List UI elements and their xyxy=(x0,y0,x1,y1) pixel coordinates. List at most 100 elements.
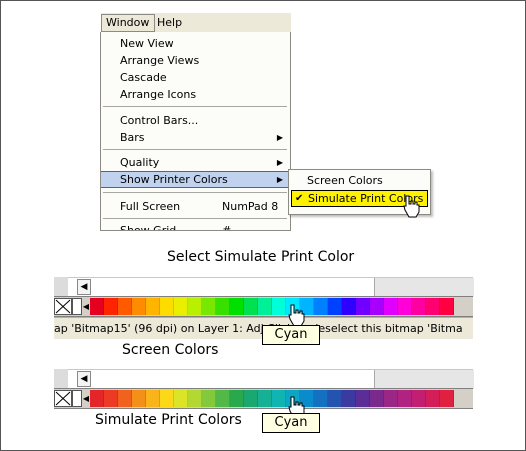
palette-scroll-left-icon[interactable]: ◀ xyxy=(82,298,90,315)
submenu-arrow-icon: ▶ xyxy=(276,175,283,184)
color-swatch[interactable] xyxy=(104,298,118,315)
color-swatch[interactable] xyxy=(440,298,454,315)
color-swatch[interactable] xyxy=(146,298,160,315)
color-swatch[interactable] xyxy=(272,298,286,315)
color-swatch[interactable] xyxy=(90,390,104,407)
scrollbar-thumb[interactable] xyxy=(374,370,474,389)
color-swatch[interactable] xyxy=(188,390,202,407)
no-fill-swatch[interactable] xyxy=(54,298,72,315)
color-swatch[interactable] xyxy=(216,390,230,407)
color-swatch[interactable] xyxy=(314,298,328,315)
menu-item-quality[interactable]: Quality ▶ xyxy=(101,154,290,171)
horizontal-scrollbar[interactable]: ◀ xyxy=(68,277,474,297)
menu-item-arrange-icons[interactable]: Arrange Icons xyxy=(101,86,290,103)
menu-item-bars[interactable]: Bars ▶ xyxy=(101,129,290,146)
color-swatch[interactable] xyxy=(132,298,146,315)
color-swatch[interactable] xyxy=(160,390,174,407)
color-swatch[interactable] xyxy=(328,390,342,407)
scrollbar-thumb[interactable] xyxy=(374,278,474,297)
color-swatch[interactable] xyxy=(188,298,202,315)
color-swatch[interactable] xyxy=(146,390,160,407)
menu-item-accelerator: # xyxy=(222,224,232,231)
color-swatch[interactable] xyxy=(412,298,426,315)
color-swatch[interactable] xyxy=(216,298,230,315)
color-swatch[interactable] xyxy=(230,390,244,407)
color-swatch[interactable] xyxy=(202,390,216,407)
color-swatch[interactable] xyxy=(132,390,146,407)
submenu-item-label: Screen Colors xyxy=(307,174,383,187)
color-swatch[interactable] xyxy=(258,298,272,315)
no-fill-swatch-small[interactable] xyxy=(72,298,82,315)
color-swatch[interactable] xyxy=(118,298,132,315)
color-swatch[interactable] xyxy=(160,298,174,315)
menu-item-label: Bars xyxy=(120,131,145,144)
menu-item-show-grid[interactable]: Show Grid # xyxy=(101,222,290,231)
submenu-arrow-icon: ▶ xyxy=(276,158,283,167)
scroll-gray-left xyxy=(54,277,68,296)
swatch-row xyxy=(90,298,454,315)
color-swatch[interactable] xyxy=(230,298,244,315)
color-swatch[interactable] xyxy=(384,390,398,407)
color-swatch[interactable] xyxy=(398,390,412,407)
menu-help[interactable]: Help xyxy=(153,15,186,31)
color-palette-print: ◀ xyxy=(54,388,473,409)
color-swatch[interactable] xyxy=(370,298,384,315)
menu-window[interactable]: Window xyxy=(101,14,155,32)
menu-item-show-printer-colors[interactable]: Show Printer Colors ▶ xyxy=(101,171,290,188)
menu-item-label: Full Screen xyxy=(120,200,181,213)
menu-item-full-screen[interactable]: Full Screen NumPad 8 xyxy=(101,198,290,215)
menu-item-new-view[interactable]: New View xyxy=(101,35,290,52)
color-swatch[interactable] xyxy=(104,390,118,407)
color-swatch[interactable] xyxy=(202,298,216,315)
no-fill-swatch[interactable] xyxy=(54,390,72,407)
color-swatch[interactable] xyxy=(272,390,286,407)
menu-item-label: Quality xyxy=(120,156,160,169)
swatch-row xyxy=(90,390,454,407)
color-swatch[interactable] xyxy=(244,298,258,315)
color-swatch[interactable] xyxy=(314,390,328,407)
menu-item-label: Cascade xyxy=(120,71,167,84)
color-swatch[interactable] xyxy=(356,390,370,407)
color-swatch[interactable] xyxy=(426,298,440,315)
cyan-tooltip: Cyan xyxy=(262,413,320,433)
submenu-arrow-icon: ▶ xyxy=(276,133,283,142)
menu-separator xyxy=(103,149,287,150)
menu-item-control-bars[interactable]: Control Bars... xyxy=(101,112,290,129)
menu-item-arrange-views[interactable]: Arrange Views xyxy=(101,52,290,69)
scroll-left-arrow-icon[interactable]: ◀ xyxy=(77,371,91,387)
menu-separator xyxy=(103,106,287,107)
palette-scroll-left-icon[interactable]: ◀ xyxy=(82,390,90,407)
color-swatch[interactable] xyxy=(398,298,412,315)
checkmark-icon: ✔ xyxy=(295,193,304,204)
color-swatch[interactable] xyxy=(258,390,272,407)
menu-item-label: Show Printer Colors xyxy=(120,173,228,186)
color-swatch[interactable] xyxy=(412,390,426,407)
color-swatch[interactable] xyxy=(426,390,440,407)
color-swatch[interactable] xyxy=(244,390,258,407)
scroll-left-arrow-icon[interactable]: ◀ xyxy=(77,279,91,295)
color-swatch[interactable] xyxy=(174,390,188,407)
menu-bar: Window Help xyxy=(100,12,291,33)
color-swatch[interactable] xyxy=(118,390,132,407)
menu-item-cascade[interactable]: Cascade xyxy=(101,69,290,86)
color-swatch[interactable] xyxy=(384,298,398,315)
menu-item-label: New View xyxy=(120,37,174,50)
color-swatch[interactable] xyxy=(174,298,188,315)
color-swatch[interactable] xyxy=(356,298,370,315)
cyan-tooltip: Cyan xyxy=(262,325,320,345)
hand-pointer-cursor-icon xyxy=(403,195,420,218)
no-fill-swatch-small[interactable] xyxy=(72,390,82,407)
color-swatch[interactable] xyxy=(342,390,356,407)
color-swatch[interactable] xyxy=(440,390,454,407)
color-swatch[interactable] xyxy=(90,298,104,315)
horizontal-scrollbar[interactable]: ◀ xyxy=(68,369,474,389)
menu-item-label: Arrange Views xyxy=(120,54,200,67)
color-swatch[interactable] xyxy=(328,298,342,315)
color-swatch[interactable] xyxy=(342,298,356,315)
color-swatch[interactable] xyxy=(370,390,384,407)
submenu-item-screen-colors[interactable]: Screen Colors xyxy=(291,172,428,189)
caption-select-simulate: Select Simulate Print Color xyxy=(167,249,355,265)
menu-item-accelerator: NumPad 8 xyxy=(222,200,279,213)
caption-screen-colors: Screen Colors xyxy=(122,342,219,358)
scroll-gray-left xyxy=(54,369,68,388)
